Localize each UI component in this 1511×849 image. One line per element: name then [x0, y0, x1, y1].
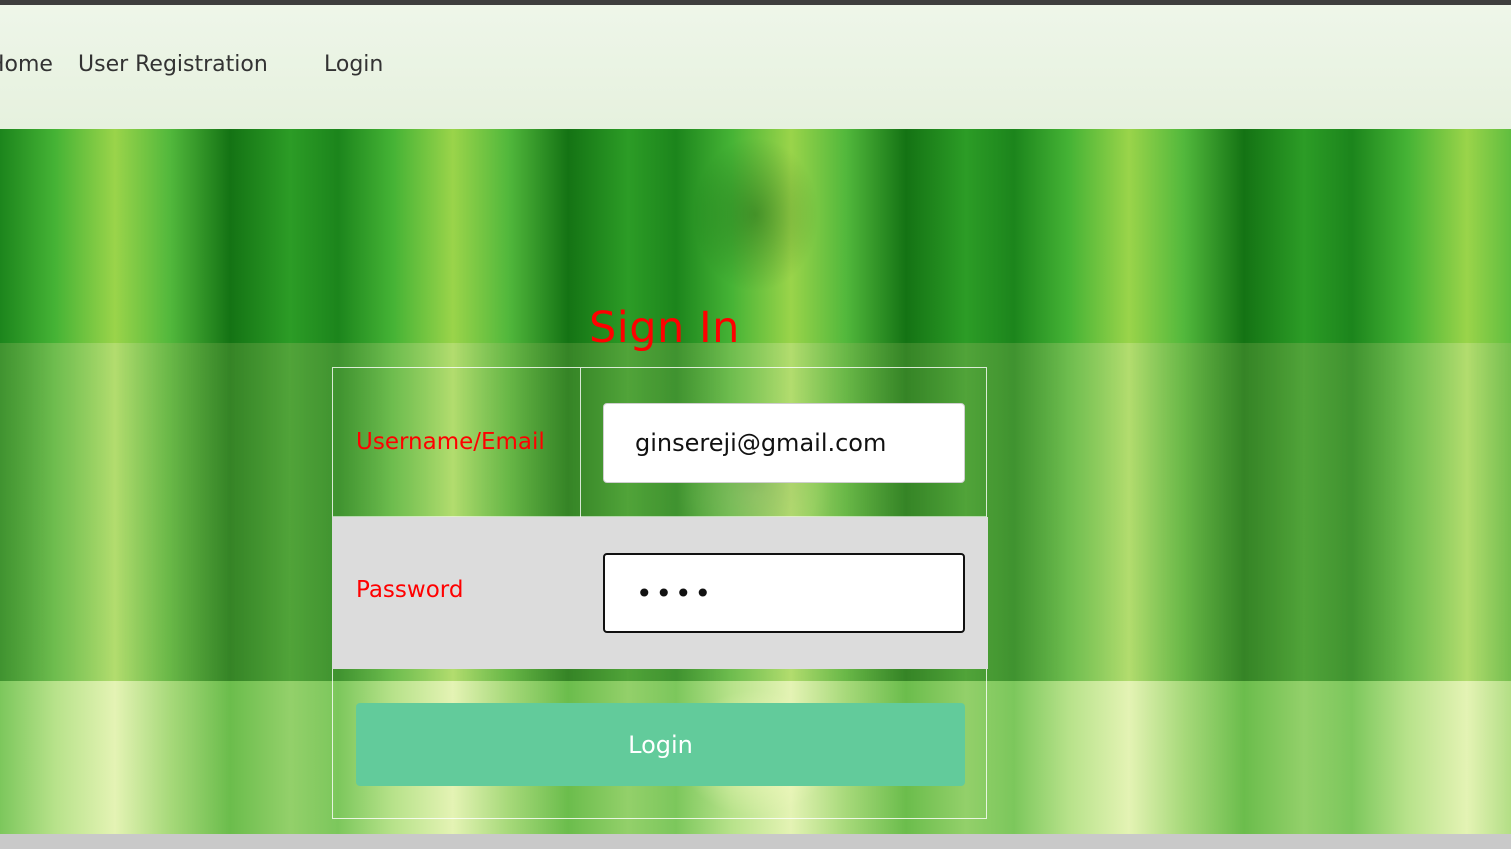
password-input[interactable]: [603, 553, 965, 633]
username-label: Username/Email: [356, 429, 545, 455]
sign-in-title: Sign In: [589, 303, 740, 353]
column-divider: [580, 368, 581, 517]
header-bar: Home User Registration Login: [0, 5, 1511, 129]
sign-in-form: Username/Email Password Login: [332, 367, 988, 819]
background-band: [0, 129, 1511, 343]
bottom-bar: [0, 834, 1511, 849]
login-button[interactable]: Login: [356, 703, 965, 786]
password-label: Password: [356, 577, 464, 603]
page-background: Home User Registration Login Sign In Use…: [0, 5, 1511, 834]
nav-link-user-registration[interactable]: User Registration: [78, 52, 268, 77]
username-row: Username/Email: [333, 368, 986, 517]
nav-link-home[interactable]: Home: [0, 52, 53, 77]
password-row: Password: [332, 517, 988, 669]
username-input[interactable]: [603, 403, 965, 483]
nav-link-login[interactable]: Login: [324, 52, 383, 77]
